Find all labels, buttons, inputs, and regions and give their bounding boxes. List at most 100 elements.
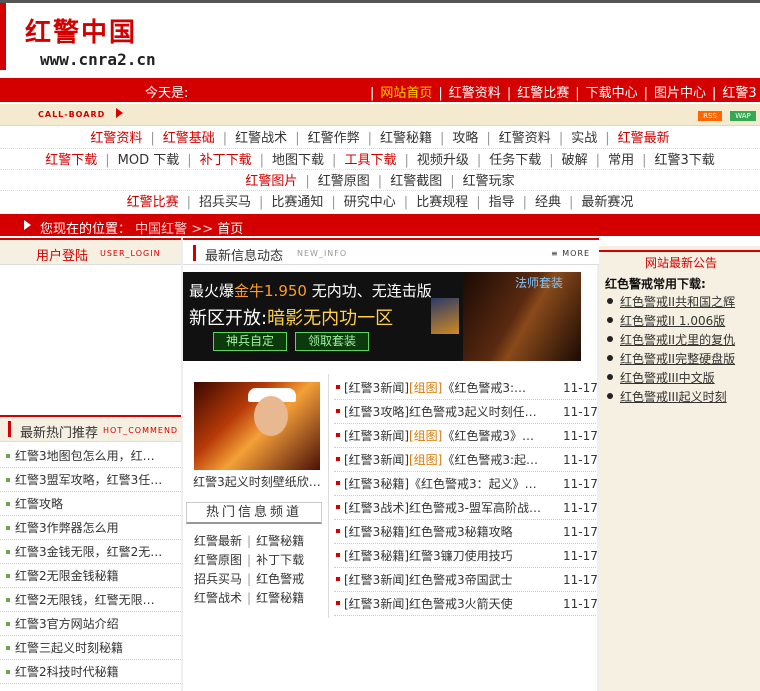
news-row[interactable]: [红警3攻略]红色警戒3起义时刻任… 11-17 (334, 400, 598, 424)
channel-link[interactable]: 红警战术 (194, 591, 242, 605)
category-link[interactable]: 研究中心 (336, 195, 404, 210)
news-row[interactable]: [红警3秘籍]红警3镰刀使用技巧 11-17 (334, 544, 598, 568)
announcement-item[interactable]: 红色警戒II共和国之辉 (605, 293, 757, 312)
news-category[interactable]: [红警3新闻] (344, 597, 409, 611)
category-link[interactable]: 常用 (600, 153, 642, 168)
announcement-item[interactable]: 红色警戒III中文版 (605, 369, 757, 388)
news-row[interactable]: [红警3秘籍]红色警戒3秘籍攻略 11-17 (334, 520, 598, 544)
hot-list-item[interactable]: 红警2科技时代秘籍 (0, 660, 181, 684)
breadcrumb-link-home[interactable]: 中国红警 (135, 222, 187, 237)
category-link[interactable]: 红警最新 (610, 131, 678, 146)
banner-button-claim-set[interactable]: 领取套装 (295, 332, 369, 351)
news-category[interactable]: [红警3战术] (344, 501, 409, 515)
hot-list-item-label[interactable]: 红警2科技时代秘籍 (15, 665, 119, 679)
category-link[interactable]: 攻略 (444, 131, 486, 146)
category-link[interactable]: 地图下载 (264, 153, 332, 168)
category-link[interactable]: 红警作弊 (300, 131, 368, 146)
nav-item-home[interactable]: 网站首页 (374, 86, 438, 101)
category-link[interactable]: 红警基础 (155, 131, 223, 146)
hot-list-item[interactable]: 红警2无限金钱秘籍 (0, 564, 181, 588)
ad-banner[interactable]: 最火爆金牛1.950 无内功、无连击版 新区开放:暗影无内功一区 神兵自定 领取… (183, 272, 581, 361)
announcement-link[interactable]: 红色警戒III起义时刻 (620, 390, 727, 404)
news-category[interactable]: [红警3新闻] (344, 453, 409, 467)
category-link[interactable]: 红警原图 (310, 174, 378, 189)
announcement-link[interactable]: 红色警戒II共和国之辉 (620, 295, 735, 309)
category-link[interactable]: 红警图片 (237, 174, 305, 189)
channel-link[interactable]: 红警原图 (194, 553, 242, 567)
hot-list-item[interactable]: 红警攻略 (0, 492, 181, 516)
news-title[interactable]: [红警3新闻]红色警戒3火箭天使 (344, 592, 549, 616)
channel-link[interactable]: 红色警戒 (256, 572, 304, 586)
news-row[interactable]: [红警3战术]红色警戒3-盟军高阶战… 11-17 (334, 496, 598, 520)
news-title[interactable]: [红警3战术]红色警戒3-盟军高阶战… (344, 496, 549, 520)
site-logo-title[interactable]: 红警中国 (25, 12, 137, 49)
hot-list-item-label[interactable]: 红警2无限金钱秘籍 (15, 569, 119, 583)
announcement-link[interactable]: 红色警戒II完整硬盘版 (620, 352, 735, 366)
news-title[interactable]: [红警3新闻][组图]《红色警戒3:起… (344, 448, 549, 472)
nav-item-ra3[interactable]: 红警3 (716, 86, 760, 101)
news-text[interactable]: 红色警戒3秘籍攻略 (409, 525, 513, 539)
news-category[interactable]: [红警3新闻] (344, 381, 409, 395)
category-link[interactable]: 实战 (563, 131, 605, 146)
nav-item-pictures[interactable]: 图片中心 (648, 86, 712, 101)
news-text[interactable]: 红色警戒3-盟军高阶战… (409, 501, 541, 515)
category-link[interactable]: 指导 (481, 195, 523, 210)
news-row[interactable]: [红警3秘籍]《红色警戒3：起义》… 11-17 (334, 472, 598, 496)
hot-list-item-label[interactable]: 红警3地图包怎么用，红… (15, 449, 155, 463)
category-link[interactable]: 红警下载 (37, 153, 105, 168)
news-title[interactable]: [红警3秘籍]红警3镰刀使用技巧 (344, 544, 549, 568)
featured-photo[interactable] (194, 382, 320, 470)
hot-list-item[interactable]: 红警2无限钱，红警无限… (0, 588, 181, 612)
news-text[interactable]: 《红色警戒3：起义》… (409, 477, 537, 491)
news-row[interactable]: [红警3新闻][组图]《红色警戒3:… 11-17 (334, 376, 598, 400)
channel-link[interactable]: 红警最新 (194, 534, 242, 548)
category-link[interactable]: 红警秘籍 (372, 131, 440, 146)
news-text[interactable]: 红警3镰刀使用技巧 (409, 549, 513, 563)
category-link[interactable]: 红警资料 (82, 131, 150, 146)
hot-list-item-label[interactable]: 红警3盟军攻略，红警3任… (15, 473, 162, 487)
hot-list-item[interactable]: 红警3地图包怎么用，红… (0, 444, 181, 468)
news-title[interactable]: [红警3新闻][组图]《红色警戒3》… (344, 424, 549, 448)
announcement-link[interactable]: 红色警戒II 1.006版 (620, 314, 725, 328)
banner-button-custom-weapon[interactable]: 神兵自定 (213, 332, 287, 351)
news-title[interactable]: [红警3攻略]红色警戒3起义时刻任… (344, 400, 549, 424)
category-link[interactable]: 视频升级 (409, 153, 477, 168)
hot-list-item-label[interactable]: 红警攻略 (15, 497, 63, 511)
featured-photo-caption[interactable]: 红警3起义时刻壁纸欣… (186, 473, 328, 490)
announcement-item[interactable]: 红色警戒II完整硬盘版 (605, 350, 757, 369)
news-row[interactable]: [红警3新闻]红色警戒3火箭天使 11-17 (334, 592, 598, 616)
wap-icon[interactable]: WAP (730, 111, 756, 121)
news-tag[interactable]: [组图] (409, 429, 442, 443)
news-category[interactable]: [红警3秘籍] (344, 525, 409, 539)
announcement-link[interactable]: 红色警戒II尤里的复仇 (620, 333, 735, 347)
category-link[interactable]: 红警3下载 (646, 153, 722, 168)
hot-list-item[interactable]: 红警3官方网站介绍 (0, 612, 181, 636)
hot-list-item[interactable]: 红警3盟军攻略，红警3任… (0, 468, 181, 492)
nav-item-info[interactable]: 红警资料 (443, 86, 507, 101)
news-text[interactable]: 《红色警戒3:起… (442, 453, 538, 467)
category-link[interactable]: 红警比赛 (119, 195, 187, 210)
category-link[interactable]: 红警战术 (227, 131, 295, 146)
hot-list-item-label[interactable]: 红警3作弊器怎么用 (15, 521, 119, 535)
news-category[interactable]: [红警3攻略] (344, 405, 409, 419)
category-link[interactable]: 任务下载 (481, 153, 549, 168)
category-link[interactable]: 补丁下载 (192, 153, 260, 168)
hot-list-item[interactable]: 红警3作弊器怎么用 (0, 516, 181, 540)
announcement-item[interactable]: 红色警戒II 1.006版 (605, 312, 757, 331)
news-title[interactable]: [红警3秘籍]《红色警戒3：起义》… (344, 472, 549, 496)
category-link[interactable]: 工具下载 (336, 153, 404, 168)
news-text[interactable]: 红色警戒3起义时刻任… (409, 405, 537, 419)
announcement-item[interactable]: 红色警戒III起义时刻 (605, 388, 757, 407)
news-tag[interactable]: [组图] (409, 381, 442, 395)
category-link[interactable]: MOD 下载 (110, 153, 188, 168)
announcement-link[interactable]: 红色警戒III中文版 (620, 371, 715, 385)
category-link[interactable]: 红警玩家 (455, 174, 523, 189)
news-title[interactable]: [红警3新闻]红色警戒3帝国武士 (344, 568, 549, 592)
news-text[interactable]: 《红色警戒3》… (442, 429, 534, 443)
more-link[interactable]: ≡ MORE (551, 249, 590, 258)
more-label[interactable]: MORE (562, 249, 590, 258)
announcement-item[interactable]: 红色警戒II尤里的复仇 (605, 331, 757, 350)
news-row[interactable]: [红警3新闻][组图]《红色警戒3》… 11-17 (334, 424, 598, 448)
nav-item-match[interactable]: 红警比赛 (511, 86, 575, 101)
news-row[interactable]: [红警3新闻][组图]《红色警戒3:起… 11-17 (334, 448, 598, 472)
